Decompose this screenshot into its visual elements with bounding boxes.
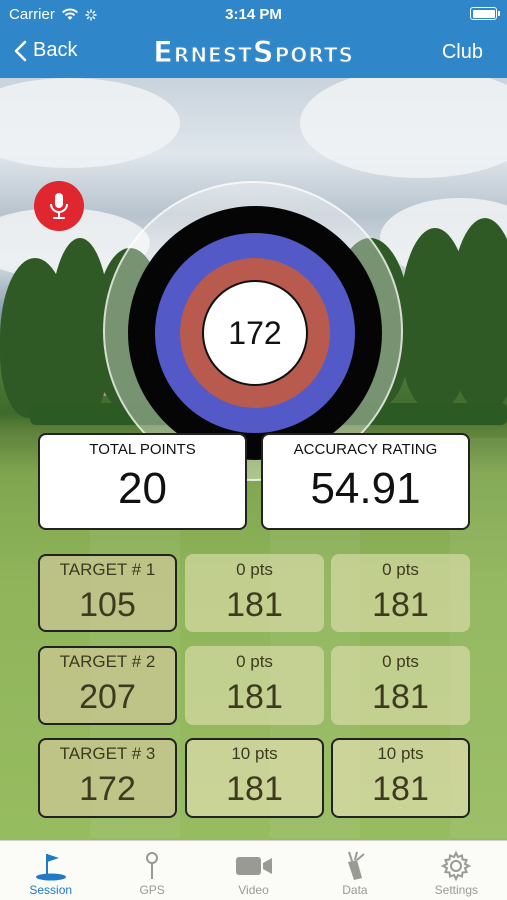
shot-cell[interactable]: 0 pts 181 xyxy=(185,646,324,725)
shot-distance: 181 xyxy=(226,770,283,808)
target-center-value: 172 xyxy=(202,280,308,386)
tab-gps[interactable]: GPS xyxy=(101,841,202,900)
tab-label: Data xyxy=(342,883,368,897)
target-blue-ring: 172 xyxy=(155,233,355,433)
shot-cell[interactable]: 0 pts 181 xyxy=(331,554,470,632)
tab-label: Session xyxy=(29,883,73,897)
tab-data[interactable]: Data xyxy=(304,841,405,900)
tab-label: GPS xyxy=(139,883,165,897)
shot-points: 0 pts xyxy=(236,560,273,579)
golf-flag-icon xyxy=(35,854,66,881)
tee-pin-icon xyxy=(146,852,159,879)
shot-distance: 181 xyxy=(372,678,429,716)
back-button[interactable]: Back xyxy=(14,39,77,62)
target-distance: 207 xyxy=(79,678,136,716)
tab-session[interactable]: Session xyxy=(0,841,101,900)
target-3-cell[interactable]: TARGET # 3 172 xyxy=(38,738,177,818)
tab-label: Settings xyxy=(434,883,478,897)
target-distance: 105 xyxy=(79,586,136,624)
gear-icon xyxy=(441,850,472,882)
shot-points: 10 pts xyxy=(377,744,424,763)
chevron-left-icon xyxy=(14,40,27,61)
shot-points: 10 pts xyxy=(231,744,278,763)
tab-label: Video xyxy=(238,883,269,897)
shot-distance: 181 xyxy=(226,678,283,716)
shot-cell[interactable]: 0 pts 181 xyxy=(331,646,470,725)
target-outer-ring: 172 xyxy=(128,206,382,460)
shot-cell[interactable]: 0 pts 181 xyxy=(185,554,324,632)
target-label: TARGET # 1 xyxy=(59,560,156,579)
status-time: 3:14 PM xyxy=(225,6,282,23)
status-bar: Carrier 3:14 PM xyxy=(0,0,507,30)
shot-distance: 181 xyxy=(226,586,283,624)
shot-points: 0 pts xyxy=(236,652,273,671)
target-label: TARGET # 3 xyxy=(59,744,156,763)
shot-points: 0 pts xyxy=(382,652,419,671)
back-label: Back xyxy=(33,39,78,61)
microphone-button[interactable] xyxy=(34,181,84,231)
target-2-cell[interactable]: TARGET # 2 207 xyxy=(38,646,177,725)
club-button[interactable]: Club xyxy=(442,41,483,64)
target-red-ring: 172 xyxy=(180,258,330,408)
shot-distance: 181 xyxy=(372,770,429,808)
video-camera-icon xyxy=(235,857,272,875)
total-points-label: TOTAL POINTS xyxy=(89,441,196,458)
microphone-icon xyxy=(50,193,68,219)
accuracy-rating-label: ACCURACY RATING xyxy=(293,441,438,458)
shot-points: 0 pts xyxy=(382,560,419,579)
tab-settings[interactable]: Settings xyxy=(406,841,507,900)
tab-bar: Session GPS Video Data Settings xyxy=(0,840,507,900)
total-points-card: TOTAL POINTS 20 xyxy=(38,433,247,530)
shot-distance: 181 xyxy=(372,586,429,624)
accuracy-rating-card: ACCURACY RATING 54.91 xyxy=(261,433,470,530)
session-view: 172 TOTAL POINTS 20 ACCURACY RATING 54.9… xyxy=(0,78,507,840)
shot-cell[interactable]: 10 pts 181 xyxy=(331,738,470,818)
shot-cell[interactable]: 10 pts 181 xyxy=(185,738,324,818)
brand-logo: ErnestSports xyxy=(153,35,354,70)
target-label: TARGET # 2 xyxy=(59,652,156,671)
battery-icon xyxy=(470,7,500,20)
target-distance: 172 xyxy=(79,770,136,808)
total-points-value: 20 xyxy=(118,464,167,513)
tab-video[interactable]: Video xyxy=(203,841,304,900)
target-1-cell[interactable]: TARGET # 1 105 xyxy=(38,554,177,632)
accuracy-rating-value: 54.91 xyxy=(310,464,421,513)
navigation-bar: Back ErnestSports Club xyxy=(0,30,507,78)
golf-bag-icon xyxy=(347,851,365,880)
